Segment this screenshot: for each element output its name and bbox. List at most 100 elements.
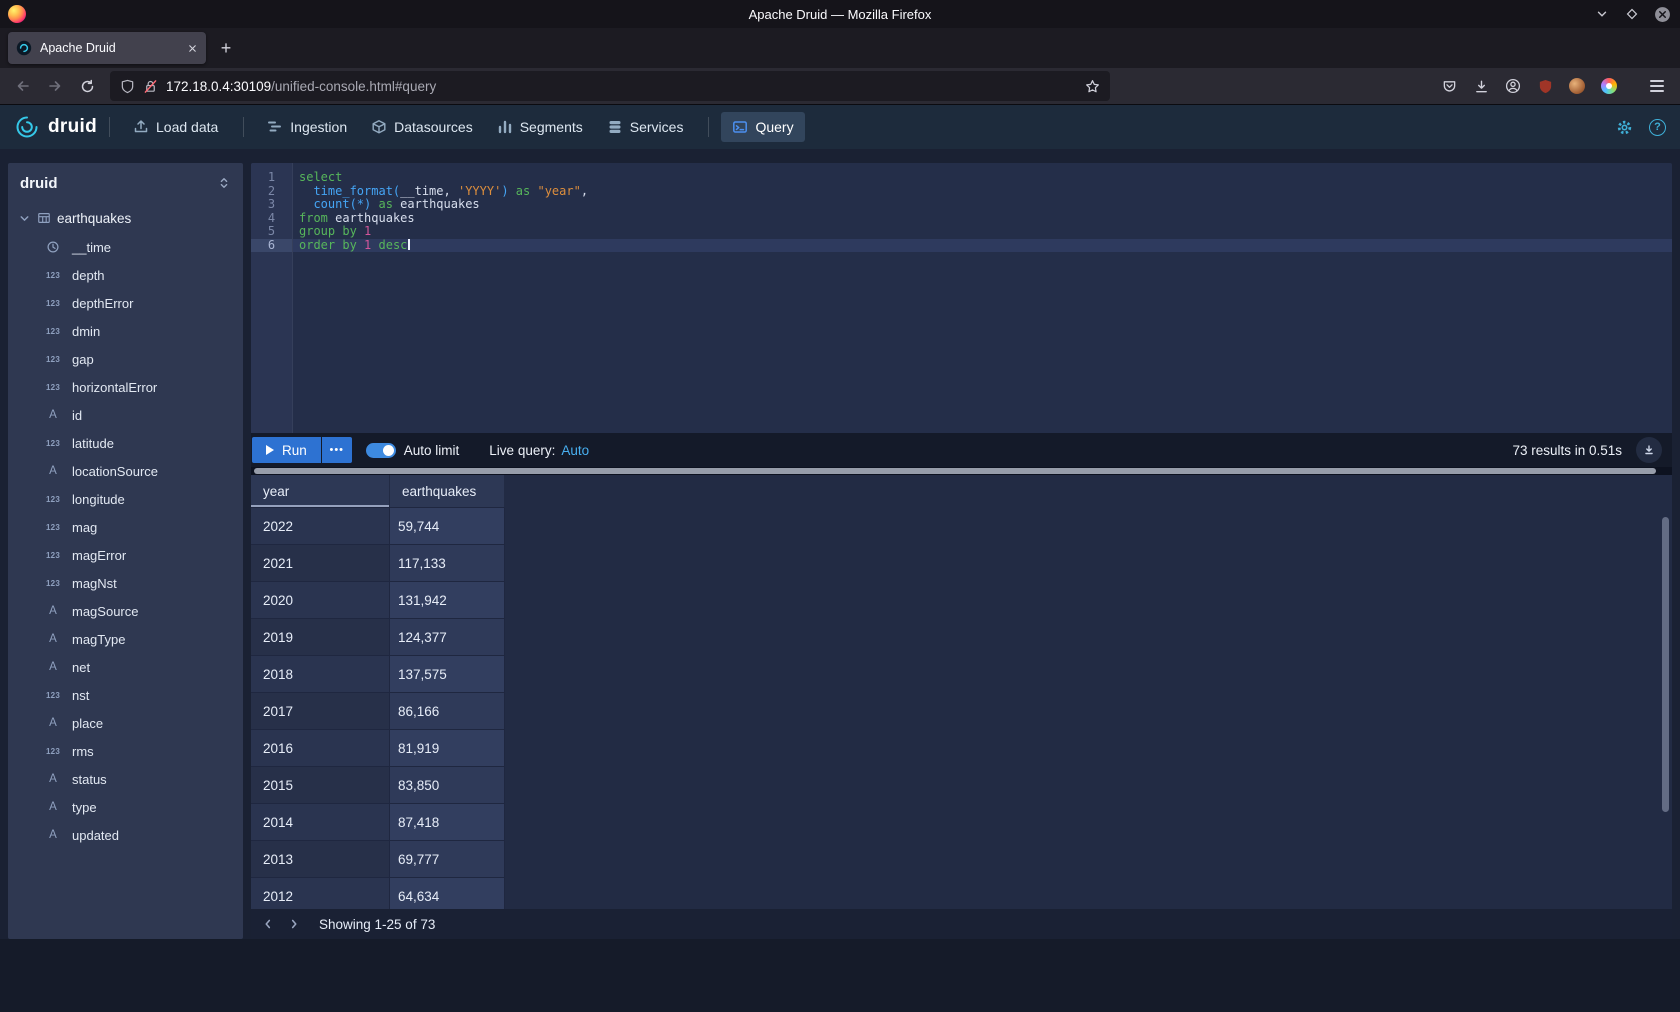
profile-avatar[interactable]: [1562, 71, 1592, 101]
nav-query[interactable]: Query: [721, 112, 804, 142]
query-editor[interactable]: 123456 select time_format(__time, 'YYYY'…: [251, 163, 1672, 433]
cell-year[interactable]: 2022: [251, 508, 390, 545]
cell-earthquakes[interactable]: 86,166: [390, 693, 505, 730]
cell-earthquakes[interactable]: 81,919: [390, 730, 505, 767]
cell-year[interactable]: 2015: [251, 767, 390, 804]
ublock-icon[interactable]: [1530, 71, 1560, 101]
sidebar-column-rms[interactable]: 123rms: [8, 737, 243, 765]
cell-earthquakes[interactable]: 131,942: [390, 582, 505, 619]
vertical-scrollbar-thumb[interactable]: [1662, 517, 1669, 812]
settings-gear-icon[interactable]: [1616, 119, 1633, 136]
sidebar-column-id[interactable]: Aid: [8, 401, 243, 429]
next-page-icon[interactable]: [281, 911, 307, 937]
column-header-earthquakes[interactable]: earthquakes: [390, 475, 505, 508]
horizontal-scrollbar[interactable]: [251, 467, 1672, 475]
sidebar-column-updated[interactable]: Aupdated: [8, 821, 243, 849]
datasource-row-earthquakes[interactable]: earthquakes: [8, 203, 243, 233]
url-bar[interactable]: 172.18.0.4:30109/unified-console.html#qu…: [110, 71, 1110, 101]
cell-year[interactable]: 2020: [251, 582, 390, 619]
menu-icon[interactable]: [1642, 71, 1672, 101]
nav-datasources[interactable]: Datasources: [360, 112, 484, 142]
auto-limit-toggle[interactable]: [366, 443, 396, 458]
window-close-icon[interactable]: [1652, 4, 1672, 24]
sidebar-column-nst[interactable]: 123nst: [8, 681, 243, 709]
cell-earthquakes[interactable]: 124,377: [390, 619, 505, 656]
reload-icon[interactable]: [72, 71, 102, 101]
nav-services[interactable]: Services: [596, 112, 695, 142]
sidebar-column-gap[interactable]: 123gap: [8, 345, 243, 373]
nav-load-data[interactable]: Load data: [122, 112, 229, 142]
live-query-value[interactable]: Auto: [561, 443, 589, 458]
pocket-icon[interactable]: [1434, 71, 1464, 101]
cell-year[interactable]: 2017: [251, 693, 390, 730]
tab-close-icon[interactable]: [187, 43, 198, 54]
run-label: Run: [282, 443, 307, 458]
sidebar-column-__time[interactable]: __time: [8, 233, 243, 261]
account-icon[interactable]: [1498, 71, 1528, 101]
sidebar-column-depthError[interactable]: 123depthError: [8, 289, 243, 317]
sidebar-column-dmin[interactable]: 123dmin: [8, 317, 243, 345]
sidebar-column-horizontalError[interactable]: 123horizontalError: [8, 373, 243, 401]
column-header-year[interactable]: year: [251, 475, 390, 508]
sidebar-column-latitude[interactable]: 123latitude: [8, 429, 243, 457]
window-maximize-icon[interactable]: [1622, 4, 1642, 24]
cell-earthquakes[interactable]: 83,850: [390, 767, 505, 804]
cell-year[interactable]: 2013: [251, 841, 390, 878]
sidebar-column-net[interactable]: Anet: [8, 653, 243, 681]
tracking-shield-icon[interactable]: [120, 79, 135, 94]
number-type-icon: 123: [42, 747, 64, 756]
downloads-icon[interactable]: [1466, 71, 1496, 101]
nav-ingestion[interactable]: Ingestion: [256, 112, 358, 142]
cell-earthquakes[interactable]: 117,133: [390, 545, 505, 582]
code-line-4[interactable]: from earthquakes: [293, 212, 1672, 226]
run-button[interactable]: Run: [252, 437, 321, 463]
bookmark-star-icon[interactable]: [1085, 79, 1100, 94]
help-icon[interactable]: ?: [1649, 119, 1666, 136]
double-caret-icon[interactable]: [217, 176, 231, 190]
new-tab-button[interactable]: +: [212, 34, 240, 62]
sidebar-column-magType[interactable]: AmagType: [8, 625, 243, 653]
cell-earthquakes[interactable]: 87,418: [390, 804, 505, 841]
forward-icon[interactable]: [40, 71, 70, 101]
nav-segments[interactable]: Segments: [486, 112, 594, 142]
druid-logo[interactable]: druid: [14, 114, 97, 140]
cell-earthquakes[interactable]: 59,744: [390, 508, 505, 545]
cell-year[interactable]: 2012: [251, 878, 390, 909]
tab-bar: Apache Druid +: [0, 28, 1680, 68]
string-type-icon: A: [42, 465, 64, 477]
download-results-icon[interactable]: [1636, 437, 1662, 463]
sidebar-column-locationSource[interactable]: AlocationSource: [8, 457, 243, 485]
sidebar-column-magNst[interactable]: 123magNst: [8, 569, 243, 597]
sidebar-column-type[interactable]: Atype: [8, 793, 243, 821]
extension-pinwheel-icon[interactable]: [1594, 71, 1624, 101]
cell-year[interactable]: 2016: [251, 730, 390, 767]
code-line-2[interactable]: time_format(__time, 'YYYY') as "year",: [293, 185, 1672, 199]
cell-earthquakes[interactable]: 69,777: [390, 841, 505, 878]
cell-year[interactable]: 2018: [251, 656, 390, 693]
code-line-3[interactable]: count(*) as earthquakes: [293, 198, 1672, 212]
code-line-5[interactable]: group by 1: [293, 225, 1672, 239]
cell-year[interactable]: 2021: [251, 545, 390, 582]
window-minimize-icon[interactable]: [1592, 4, 1612, 24]
sidebar-column-magError[interactable]: 123magError: [8, 541, 243, 569]
cell-year[interactable]: 2019: [251, 619, 390, 656]
sidebar-column-longitude[interactable]: 123longitude: [8, 485, 243, 513]
chevron-down-icon[interactable]: [18, 212, 31, 225]
back-icon[interactable]: [8, 71, 38, 101]
editor-code[interactable]: select time_format(__time, 'YYYY') as "y…: [293, 163, 1672, 433]
cell-earthquakes[interactable]: 64,634: [390, 878, 505, 909]
sidebar-column-magSource[interactable]: AmagSource: [8, 597, 243, 625]
sidebar-column-place[interactable]: Aplace: [8, 709, 243, 737]
cell-earthquakes[interactable]: 137,575: [390, 656, 505, 693]
sidebar-column-depth[interactable]: 123depth: [8, 261, 243, 289]
cell-year[interactable]: 2014: [251, 804, 390, 841]
run-more-button[interactable]: •••: [322, 437, 352, 463]
code-line-1[interactable]: select: [293, 171, 1672, 185]
horizontal-scrollbar-thumb[interactable]: [254, 468, 1656, 474]
sidebar-column-mag[interactable]: 123mag: [8, 513, 243, 541]
sidebar-column-status[interactable]: Astatus: [8, 765, 243, 793]
previous-page-icon[interactable]: [255, 911, 281, 937]
code-line-6[interactable]: order by 1 desc: [293, 239, 1672, 253]
insecure-lock-icon[interactable]: [143, 79, 158, 94]
browser-tab[interactable]: Apache Druid: [8, 32, 206, 64]
